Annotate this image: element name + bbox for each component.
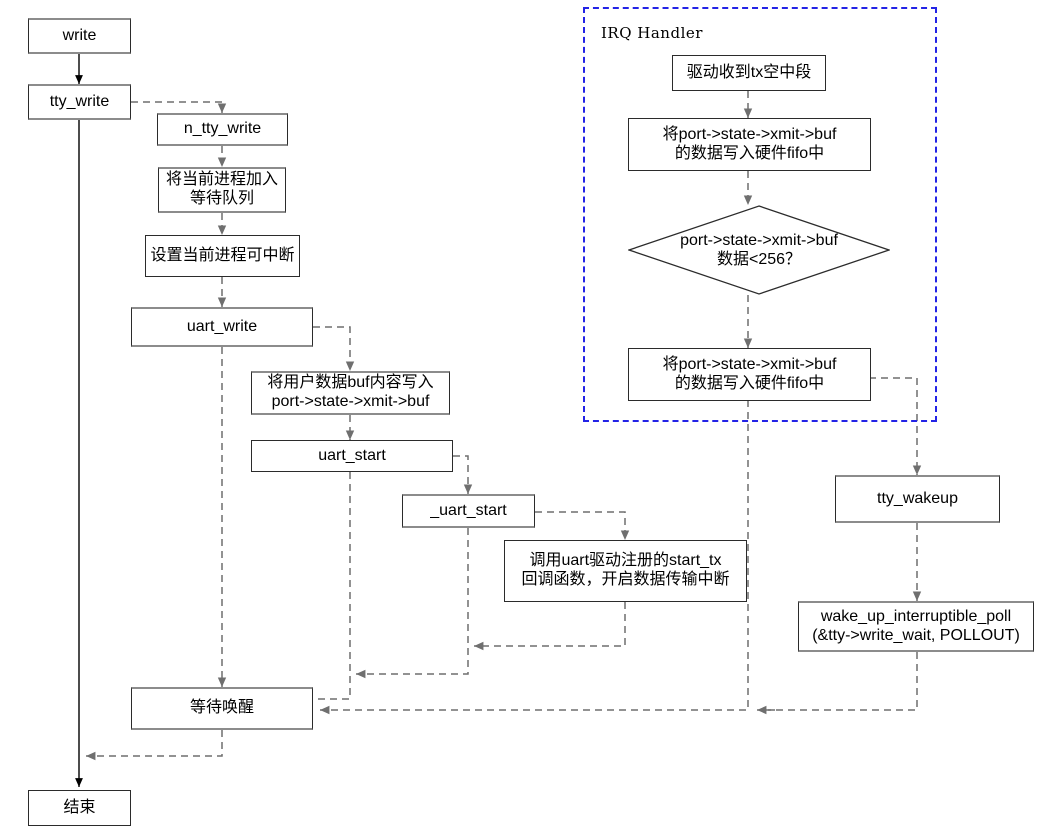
node-write-fifo-1[interactable]: 将port->state->xmit->buf 的数据写入硬件fifo中 bbox=[628, 118, 871, 171]
node-uart-start-underscore[interactable]: _uart_start bbox=[402, 494, 535, 528]
flowchart-canvas: IRQ Handler write tty_write n_tty_write … bbox=[0, 0, 1051, 837]
node-irq-tx-empty[interactable]: 驱动收到tx空中段 bbox=[672, 55, 826, 91]
node-copy-to-xmit-buf[interactable]: 将用户数据buf内容写入 port->state->xmit->buf bbox=[251, 371, 450, 415]
node-decision-buf-lt-256[interactable]: port->state->xmit->buf 数据<256？ bbox=[626, 205, 892, 295]
node-wake-up-poll[interactable]: wake_up_interruptible_poll (&tty->write_… bbox=[798, 601, 1034, 652]
node-end[interactable]: 结束 bbox=[28, 790, 131, 826]
node-start-tx-callback[interactable]: 调用uart驱动注册的start_tx 回调函数，开启数据传输中断 bbox=[504, 540, 747, 602]
irq-handler-group-label: IRQ Handler bbox=[601, 24, 703, 42]
node-add-wait-queue[interactable]: 将当前进程加入 等待队列 bbox=[158, 167, 286, 213]
node-uart-write[interactable]: uart_write bbox=[131, 307, 313, 347]
node-uart-start[interactable]: uart_start bbox=[251, 440, 453, 472]
node-wait-wakeup[interactable]: 等待唤醒 bbox=[131, 687, 313, 730]
node-write-fifo-2[interactable]: 将port->state->xmit->buf 的数据写入硬件fifo中 bbox=[628, 348, 871, 401]
node-n-tty-write[interactable]: n_tty_write bbox=[157, 113, 288, 146]
node-tty-wakeup[interactable]: tty_wakeup bbox=[835, 475, 1000, 523]
node-write[interactable]: write bbox=[28, 18, 131, 54]
node-tty-write[interactable]: tty_write bbox=[28, 84, 131, 120]
node-set-interruptible[interactable]: 设置当前进程可中断 bbox=[145, 235, 300, 277]
decision-label: port->state->xmit->buf 数据<256？ bbox=[680, 231, 838, 268]
